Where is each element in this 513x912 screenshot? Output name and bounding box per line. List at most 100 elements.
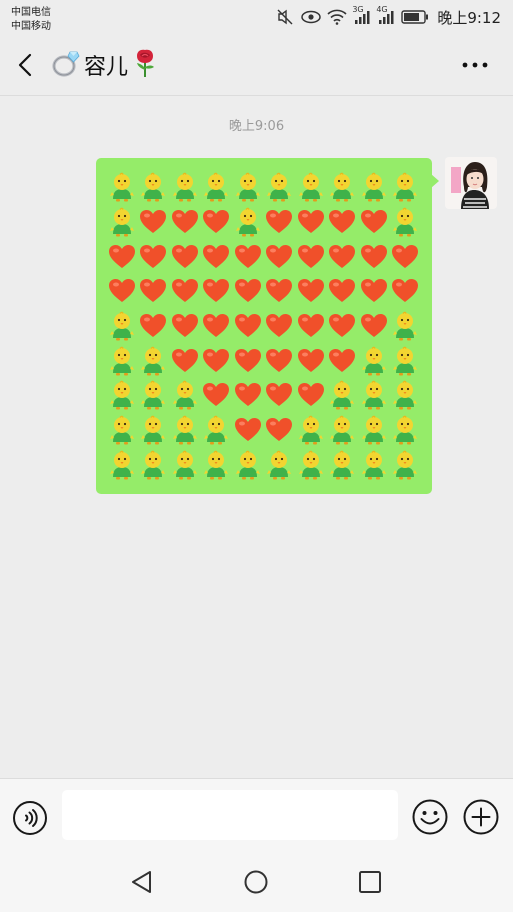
nav-home-button[interactable] (242, 868, 270, 896)
heart-emoji (327, 274, 359, 309)
bubble-tail (431, 174, 439, 188)
heart-emoji (201, 309, 233, 344)
chick-emoji (169, 448, 201, 483)
heart-emoji (169, 205, 201, 240)
carrier-label-2: 中国移动 (11, 21, 51, 32)
network-label-1: 3G (352, 5, 364, 14)
nav-recent-icon (359, 871, 381, 893)
chick-emoji (169, 413, 201, 448)
nav-back-button[interactable] (128, 868, 156, 896)
heart-emoji (264, 309, 296, 344)
chick-emoji (138, 378, 170, 413)
chick-emoji (264, 448, 296, 483)
nav-recent-button[interactable] (356, 868, 384, 896)
heart-emoji (169, 309, 201, 344)
heart-emoji (295, 309, 327, 344)
chick-emoji (232, 205, 264, 240)
status-time: 晚上9:12 (437, 8, 501, 27)
status-icons: 3G 4G 晚上9:12 (277, 5, 501, 28)
chick-emoji (264, 170, 296, 205)
chat-title-text: 容儿 (84, 55, 129, 80)
chick-emoji (358, 170, 390, 205)
voice-icon (13, 801, 47, 835)
heart-emoji (264, 413, 296, 448)
chick-emoji (358, 378, 390, 413)
heart-emoji (358, 205, 390, 240)
chick-emoji (358, 448, 390, 483)
heart-emoji (201, 343, 233, 378)
ring-icon (52, 49, 80, 81)
chick-emoji (106, 205, 138, 240)
heart-emoji (295, 343, 327, 378)
avatar[interactable] (445, 157, 497, 209)
heart-emoji (232, 413, 264, 448)
message-list[interactable]: 晚上9:06 (0, 97, 513, 778)
emoji-grid (106, 170, 422, 482)
chick-emoji (390, 205, 422, 240)
heart-emoji (358, 309, 390, 344)
chick-emoji (358, 413, 390, 448)
rose-icon (132, 48, 158, 82)
nav-home-icon (244, 870, 268, 894)
chat-title: 容儿 (52, 49, 158, 81)
chick-emoji (106, 378, 138, 413)
signal-icon-1: 3G (352, 5, 371, 25)
chick-emoji (138, 413, 170, 448)
heart-emoji (232, 239, 264, 274)
heart-emoji (327, 239, 359, 274)
chick-emoji (390, 170, 422, 205)
status-bar: 中国电信 中国移动 3G 4G 晚上9:12 (0, 0, 513, 34)
heart-emoji (232, 343, 264, 378)
system-nav-bar (0, 854, 513, 912)
chat-header: 容儿 (0, 34, 513, 96)
chick-emoji (106, 413, 138, 448)
nav-back-icon (132, 871, 151, 893)
heart-emoji (106, 274, 138, 309)
input-bar (0, 778, 513, 854)
plus-button[interactable] (462, 798, 500, 836)
heart-emoji (295, 205, 327, 240)
heart-emoji (358, 274, 390, 309)
heart-emoji (327, 205, 359, 240)
mute-icon (277, 9, 295, 25)
chick-emoji (390, 413, 422, 448)
chick-emoji (232, 448, 264, 483)
chick-emoji (201, 170, 233, 205)
carrier-label-1: 中国电信 (11, 7, 51, 18)
heart-emoji (201, 274, 233, 309)
heart-emoji (138, 205, 170, 240)
heart-emoji (169, 239, 201, 274)
heart-emoji (295, 274, 327, 309)
chick-emoji (138, 170, 170, 205)
heart-emoji (295, 239, 327, 274)
eye-icon (301, 10, 322, 24)
emoji-button[interactable] (411, 798, 449, 836)
heart-emoji (201, 205, 233, 240)
chick-emoji (390, 448, 422, 483)
chick-emoji (232, 170, 264, 205)
wifi-icon (327, 9, 347, 25)
more-button[interactable] (459, 49, 491, 81)
back-button[interactable] (10, 49, 40, 81)
message-input[interactable] (62, 790, 398, 840)
heart-emoji (390, 274, 422, 309)
chick-emoji (201, 413, 233, 448)
back-arrow-icon (18, 53, 32, 77)
heart-emoji (390, 239, 422, 274)
heart-emoji (264, 378, 296, 413)
heart-emoji (201, 239, 233, 274)
chick-emoji (295, 448, 327, 483)
chick-emoji (390, 309, 422, 344)
chick-emoji (295, 170, 327, 205)
network-label-2: 4G (376, 5, 388, 14)
chick-emoji (390, 378, 422, 413)
heart-emoji (201, 378, 233, 413)
chick-emoji (327, 413, 359, 448)
chick-emoji (106, 309, 138, 344)
heart-emoji (327, 343, 359, 378)
voice-button[interactable] (12, 800, 48, 836)
message-bubble[interactable] (96, 158, 432, 494)
heart-emoji (295, 378, 327, 413)
heart-emoji (232, 378, 264, 413)
chick-emoji (106, 170, 138, 205)
